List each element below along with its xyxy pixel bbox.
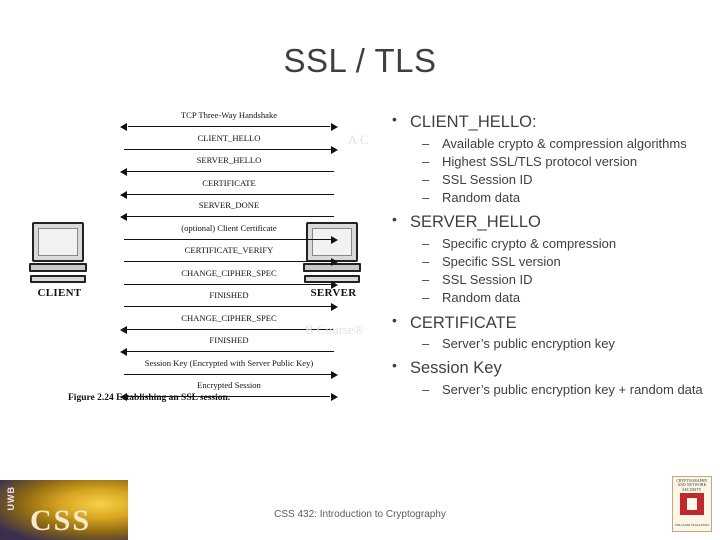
arrow-bidirectional-icon	[120, 123, 338, 131]
arrow-left-icon	[120, 348, 338, 356]
message-row: SERVER_DONE	[120, 200, 338, 223]
message-row: TCP Three-Way Handshake	[120, 110, 338, 133]
css-mark: CSS	[30, 504, 92, 537]
message-row: CERTIFICATE_VERIFY	[120, 245, 338, 268]
arrow-right-icon	[120, 280, 338, 289]
message-row: CLIENT_HELLO	[120, 133, 338, 156]
client-label: CLIENT	[37, 287, 82, 299]
message-label: CERTIFICATE	[202, 177, 256, 188]
message-row: CERTIFICATE	[120, 178, 338, 201]
sub-bullet: Server’s public encryption key + random …	[380, 381, 710, 398]
bullet-certificate: CERTIFICATE	[380, 312, 710, 334]
arrow-left-icon	[120, 190, 338, 199]
message-label: (optional) Client Certificate	[181, 222, 277, 233]
figure-caption: Figure 2.24 Establishing an SSL session.	[68, 393, 231, 403]
ssl-handshake-figure: CLIENT SERVER TCP Three-Way Handshake CL…	[28, 110, 368, 410]
message-row: Session Key (Encrypted with Server Publi…	[120, 358, 338, 381]
message-row: CHANGE_CIPHER_SPEC	[120, 268, 338, 291]
textbook-cover-icon: CRYPTOGRAPHY AND NETWORK SECURITY WILLIA…	[672, 476, 712, 532]
book-title: CRYPTOGRAPHY AND NETWORK SECURITY	[676, 479, 708, 492]
arrow-left-icon	[120, 168, 338, 176]
slide: SSL / TLS CLIENT SERVER TCP Three-Way Ha…	[0, 0, 720, 540]
bullet-content: CLIENT_HELLO: Available crypto & compres…	[380, 111, 710, 398]
bullet-server-hello: SERVER_HELLO	[380, 211, 710, 233]
bullet-client-hello: CLIENT_HELLO:	[380, 111, 710, 133]
page-title: SSL / TLS	[283, 42, 437, 79]
message-label: Session Key (Encrypted with Server Publi…	[144, 357, 314, 368]
message-label: Encrypted Session	[197, 380, 261, 390]
css-logo: UWB CSS	[0, 480, 128, 540]
watermark-middle: B Course®	[305, 322, 364, 337]
arrow-right-icon	[120, 258, 338, 266]
message-row: SERVER_HELLO	[120, 155, 338, 178]
book-cover-art	[680, 493, 704, 515]
sub-bullet: Specific SSL version	[380, 253, 710, 270]
message-label: CERTIFICATE_VERIFY	[184, 245, 274, 255]
message-label: SERVER_DONE	[198, 200, 260, 210]
sub-bullet: Specific crypto & compression	[380, 235, 710, 252]
monitor-icon	[32, 222, 84, 262]
sub-bullet: SSL Session ID	[380, 171, 710, 188]
watermark-top: A C	[348, 132, 369, 147]
arrow-right-icon	[120, 303, 338, 311]
sub-bullet: Random data	[380, 189, 710, 206]
message-label: CHANGE_CIPHER_SPEC	[181, 312, 277, 323]
uwb-mark: UWB	[6, 486, 16, 511]
sub-bullet: Random data	[380, 289, 710, 306]
sub-bullet: Highest SSL/TLS protocol version	[380, 153, 710, 170]
message-label: FINISHED	[209, 290, 249, 300]
handshake-message-stack: TCP Three-Way Handshake CLIENT_HELLO SER…	[120, 110, 338, 403]
bullet-session-key: Session Key	[380, 357, 710, 379]
message-row: FINISHED	[120, 290, 338, 313]
message-label: CHANGE_CIPHER_SPEC	[181, 267, 277, 278]
message-row: FINISHED	[120, 335, 338, 358]
sub-bullet: Server’s public encryption key	[380, 335, 710, 352]
screen-icon	[38, 228, 78, 256]
message-label: SERVER_HELLO	[196, 155, 262, 165]
arrow-right-icon	[120, 235, 338, 244]
message-label: TCP Three-Way Handshake	[180, 110, 278, 120]
message-label: CLIENT_HELLO	[197, 132, 261, 143]
keyboard-icon	[30, 275, 86, 283]
client-computer: CLIENT	[29, 222, 87, 299]
message-row: (optional) Client Certificate	[120, 223, 338, 246]
arrow-right-icon	[120, 145, 338, 154]
book-author: WILLIAM STALLINGS	[674, 523, 710, 527]
arrow-left-icon	[120, 213, 338, 221]
computer-base	[29, 263, 87, 272]
sub-bullet: Available crypto & compression algorithm…	[380, 135, 710, 152]
arrow-right-icon	[120, 370, 338, 379]
sub-bullet: SSL Session ID	[380, 271, 710, 288]
